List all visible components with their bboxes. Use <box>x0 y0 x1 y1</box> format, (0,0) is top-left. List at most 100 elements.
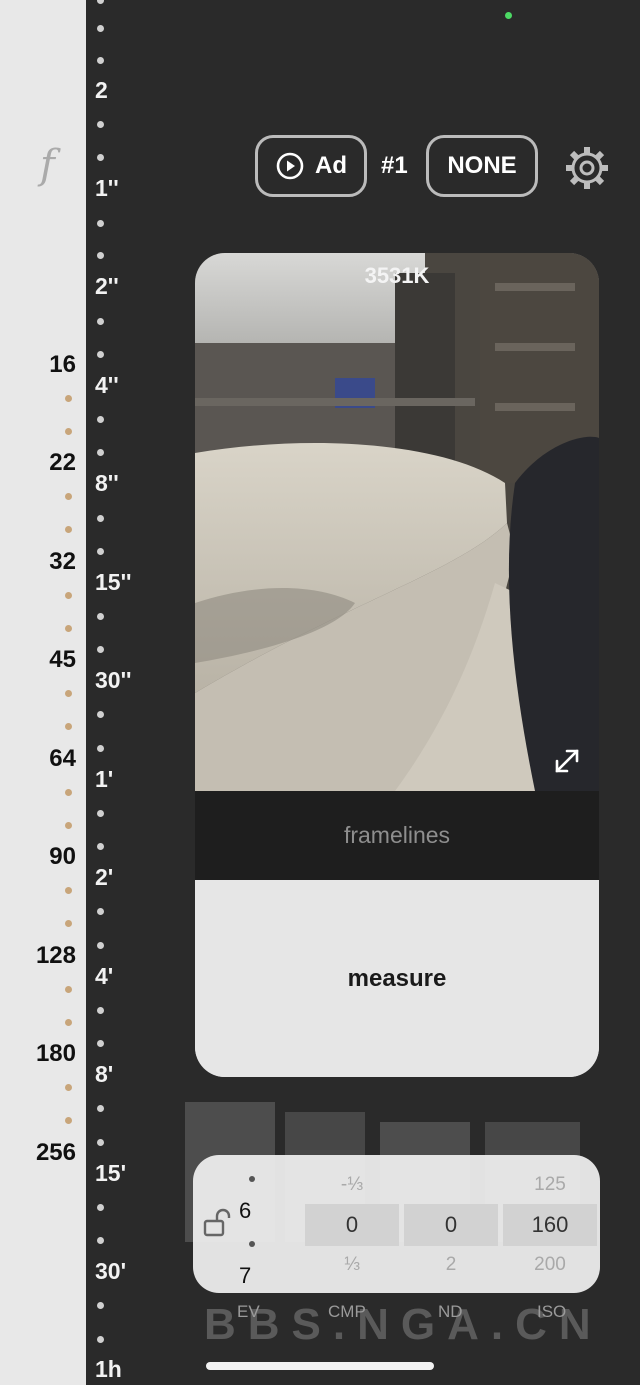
aperture-tick <box>65 789 72 796</box>
unlock-icon[interactable] <box>203 1207 233 1239</box>
compensation-current[interactable]: 0 <box>305 1204 399 1246</box>
shutter-value[interactable]: 1h <box>95 1356 122 1383</box>
aperture-value[interactable]: 180 <box>6 1040 76 1068</box>
filter-button[interactable]: NONE <box>426 135 538 197</box>
aperture-tick <box>65 690 72 697</box>
aperture-value[interactable]: 32 <box>6 548 76 576</box>
ad-label: Ad <box>315 152 347 179</box>
expand-icon[interactable] <box>552 746 582 776</box>
aperture-tick <box>65 395 72 402</box>
shutter-value[interactable]: 2 <box>95 77 108 104</box>
shutter-tick <box>97 942 104 949</box>
gear-icon[interactable] <box>563 144 611 192</box>
shutter-tick <box>97 1139 104 1146</box>
shutter-tick <box>97 449 104 456</box>
shutter-tick <box>97 810 104 817</box>
shutter-value[interactable]: 1'' <box>95 175 119 202</box>
shutter-tick <box>97 1302 104 1309</box>
shutter-value[interactable]: 30'' <box>95 667 132 694</box>
shutter-tick <box>97 1237 104 1244</box>
nd-current[interactable]: 0 <box>404 1204 498 1246</box>
aperture-value[interactable]: 22 <box>6 449 76 477</box>
iso-next: 200 <box>534 1254 566 1275</box>
iso-prev: 125 <box>534 1174 566 1195</box>
home-indicator[interactable] <box>206 1362 434 1370</box>
shutter-tick <box>97 1204 104 1211</box>
shutter-tick <box>97 843 104 850</box>
measure-button[interactable]: measure <box>195 880 599 1077</box>
camera-preview[interactable]: 3531K <box>195 253 599 791</box>
compensation-wheel[interactable]: -⅓ 0 ⅓ <box>305 1170 399 1280</box>
ev-value[interactable]: 6 <box>239 1198 251 1224</box>
aperture-tick <box>65 920 72 927</box>
shutter-tick <box>97 25 104 32</box>
aperture-value[interactable]: 45 <box>6 646 76 674</box>
aperture-tick <box>65 1019 72 1026</box>
aperture-value[interactable]: 90 <box>6 843 76 871</box>
nd-prev <box>404 1170 498 1200</box>
shutter-value[interactable]: 2'' <box>95 273 119 300</box>
aperture-tick <box>65 887 72 894</box>
shutter-tick <box>97 252 104 259</box>
shutter-tick <box>97 908 104 915</box>
aperture-tick <box>65 822 72 829</box>
shutter-tick <box>97 351 104 358</box>
nd-wheel[interactable]: 0 2 <box>404 1170 498 1280</box>
filter-label: NONE <box>447 152 517 179</box>
shutter-scale[interactable]: 2 1'' 2'' 4'' 8'' 15'' 30'' 1' 2' 4' 8' … <box>86 0 186 1385</box>
shutter-value[interactable]: 15'' <box>95 569 132 596</box>
aperture-tick <box>65 1084 72 1091</box>
framelines-button[interactable]: framelines <box>195 791 599 880</box>
aperture-tick <box>65 625 72 632</box>
aperture-tick <box>65 986 72 993</box>
aperture-tick <box>65 723 72 730</box>
aperture-value[interactable]: 64 <box>6 745 76 773</box>
shutter-value[interactable]: 15' <box>95 1160 126 1187</box>
nd-next: 2 <box>445 1254 457 1275</box>
ev-tick <box>249 1241 255 1247</box>
status-indicator <box>505 12 512 19</box>
aperture-value[interactable]: 256 <box>6 1139 76 1167</box>
shutter-tick <box>97 515 104 522</box>
preview-card: 3531K framelines measure <box>195 253 599 1077</box>
shutter-tick <box>97 1105 104 1112</box>
shutter-tick <box>97 121 104 128</box>
aperture-f-symbol: f <box>40 142 55 188</box>
play-icon <box>276 152 304 180</box>
shutter-value[interactable]: 8'' <box>95 470 119 497</box>
shutter-tick <box>97 154 104 161</box>
aperture-tick <box>65 428 72 435</box>
shutter-value[interactable]: 8' <box>95 1061 113 1088</box>
shutter-value[interactable]: 4' <box>95 963 113 990</box>
aperture-tick <box>65 493 72 500</box>
shutter-tick <box>97 1040 104 1047</box>
exposure-panel: 6 7 -⅓ 0 ⅓ 0 2 125 160 200 <box>193 1155 600 1293</box>
ev-tick <box>249 1176 255 1182</box>
ev-value[interactable]: 7 <box>239 1263 251 1289</box>
shutter-value[interactable]: 30' <box>95 1258 126 1285</box>
shutter-tick <box>97 416 104 423</box>
shutter-tick <box>97 220 104 227</box>
shot-number: #1 <box>381 152 408 179</box>
aperture-tick <box>65 592 72 599</box>
ad-button[interactable]: Ad <box>255 135 367 197</box>
shutter-tick <box>97 548 104 555</box>
iso-wheel[interactable]: 125 160 200 <box>503 1170 597 1280</box>
shutter-value[interactable]: 2' <box>95 864 113 891</box>
iso-current[interactable]: 160 <box>503 1204 597 1246</box>
shutter-tick <box>97 646 104 653</box>
white-balance-readout[interactable]: 3531K <box>195 263 599 289</box>
shutter-tick <box>97 57 104 64</box>
shutter-tick <box>97 1007 104 1014</box>
aperture-value[interactable]: 16 <box>6 351 76 379</box>
aperture-scale[interactable]: f 16 22 32 45 64 90 128 180 256 <box>0 0 86 1385</box>
shutter-value[interactable]: 1' <box>95 766 113 793</box>
shutter-tick <box>97 0 104 4</box>
ev-label: EV <box>237 1302 260 1321</box>
aperture-tick <box>65 526 72 533</box>
aperture-tick <box>65 1117 72 1124</box>
shutter-value[interactable]: 4'' <box>95 372 119 399</box>
aperture-value[interactable]: 128 <box>6 942 76 970</box>
compensation-prev: -⅓ <box>340 1174 364 1195</box>
shutter-tick <box>97 745 104 752</box>
